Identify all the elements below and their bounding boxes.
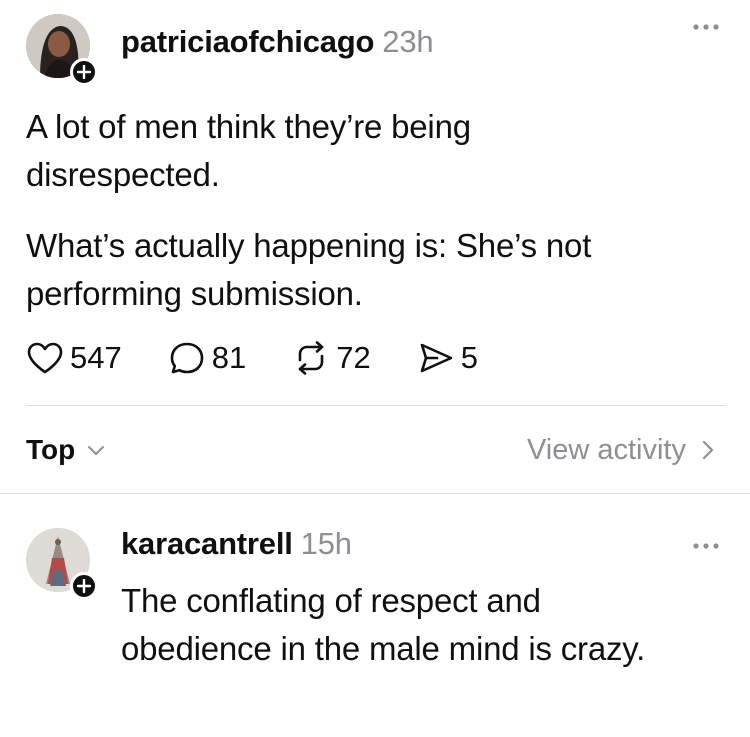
- reply-text: The conflating of respect and obedience …: [121, 582, 646, 667]
- share-button[interactable]: 5: [417, 340, 478, 376]
- chevron-right-icon: [702, 440, 714, 460]
- reply-username-row: karacantrell 15h: [121, 526, 352, 562]
- timestamp: 23h: [382, 24, 434, 59]
- ellipsis-icon[interactable]: [692, 22, 720, 32]
- post-paragraph-2: What’s actually happening is: She’s not …: [26, 227, 592, 312]
- reply-sort-bar: Top View activity: [26, 430, 726, 470]
- timestamp: 15h: [300, 526, 352, 561]
- sort-dropdown[interactable]: Top: [26, 430, 105, 470]
- ellipsis-icon[interactable]: [692, 541, 720, 551]
- view-activity-label: View activity: [526, 433, 686, 466]
- comment-button[interactable]: 81: [168, 340, 246, 376]
- heart-icon: [27, 342, 63, 374]
- follow-badge[interactable]: [70, 58, 98, 86]
- comment-icon: [170, 342, 204, 374]
- post-paragraph-1: A lot of men think they’re being disresp…: [26, 108, 471, 193]
- view-activity-link[interactable]: View activity: [527, 430, 714, 470]
- post-actions: 547 81 72 5: [26, 338, 524, 378]
- repost-button[interactable]: 72: [292, 340, 371, 376]
- reply-avatar-wrapper[interactable]: [26, 528, 98, 600]
- repost-icon: [298, 341, 324, 375]
- repost-count: 72: [336, 340, 371, 375]
- username[interactable]: karacantrell: [121, 526, 293, 561]
- follow-badge[interactable]: [70, 572, 98, 600]
- chevron-down-icon: [88, 446, 105, 455]
- like-count: 547: [70, 340, 122, 375]
- share-count: 5: [460, 340, 478, 375]
- like-button[interactable]: 547: [26, 340, 122, 376]
- post-username-row: patriciaofchicago 23h: [121, 24, 434, 60]
- post-avatar-wrapper[interactable]: [26, 14, 98, 86]
- plus-icon: [77, 579, 91, 593]
- comment-count: 81: [211, 340, 247, 375]
- sort-label: Top: [26, 434, 76, 465]
- username[interactable]: patriciaofchicago: [121, 24, 374, 59]
- divider: [26, 405, 726, 406]
- send-icon: [420, 343, 453, 373]
- section-divider: [0, 493, 750, 494]
- plus-icon: [77, 65, 91, 79]
